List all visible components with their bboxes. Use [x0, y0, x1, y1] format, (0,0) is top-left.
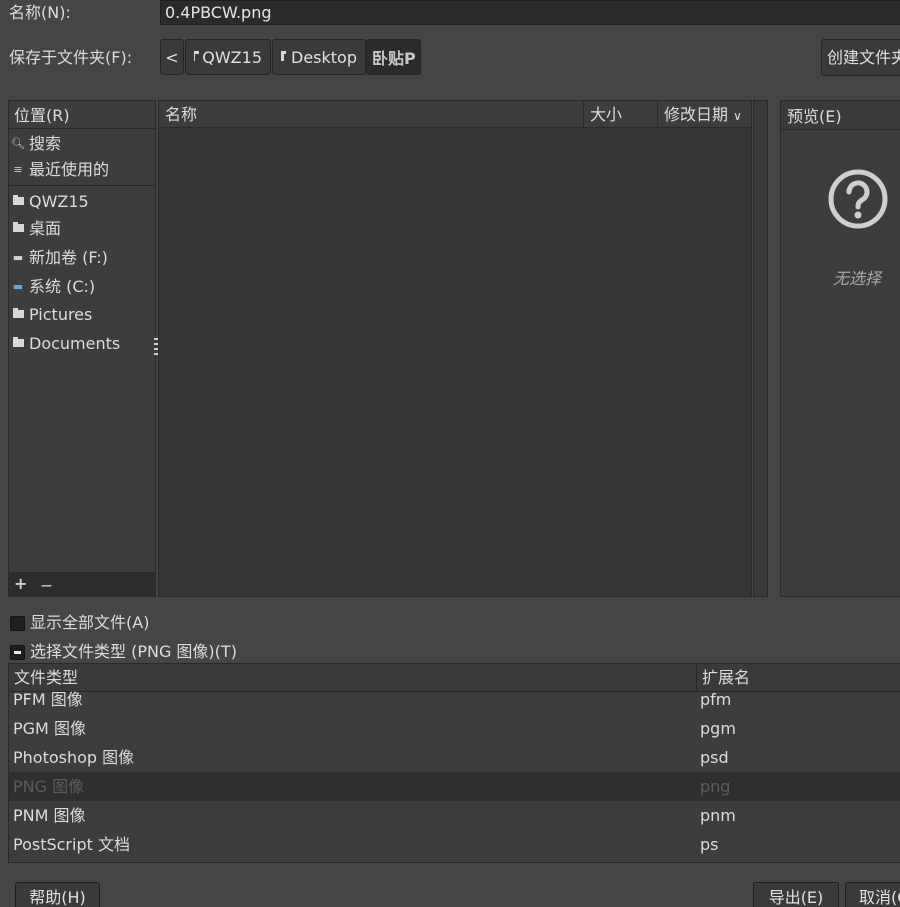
file-list[interactable]: 名称 大小 修改日期 ∨ [158, 100, 752, 597]
file-type-name: PFM 图像 [13, 690, 83, 709]
column-name-header[interactable]: 名称 [159, 101, 584, 128]
help-button[interactable]: 帮助(H) [15, 882, 100, 907]
add-bookmark-button[interactable]: + [14, 574, 27, 593]
file-type-row[interactable]: PNM 图像 pnm [9, 801, 900, 830]
column-modified-label: 修改日期 [664, 105, 729, 124]
preview-panel: 预览(E) 无选择 [780, 100, 900, 597]
place-item-drive-c[interactable]: ▬ 系统 (C:) [11, 274, 95, 300]
place-item-search[interactable]: 🔍︎ 搜索 [11, 131, 61, 157]
place-label: 系统 (C:) [29, 277, 96, 296]
file-type-name: PNM 图像 [13, 806, 86, 825]
places-header[interactable]: 位置(R) [9, 101, 155, 129]
file-list-header: 名称 大小 修改日期 ∨ [159, 101, 751, 128]
file-type-ext: ps [700, 835, 719, 854]
breadcrumb-current[interactable]: 卧贴P [366, 39, 421, 75]
select-file-type-label: 选择文件类型 (PNG 图像)(T) [30, 642, 237, 661]
chevron-down-icon: ∨ [733, 109, 742, 123]
file-type-row[interactable]: PFM 图像 pfm [9, 685, 900, 714]
folder-icon [11, 189, 25, 215]
remove-bookmark-button[interactable]: — [41, 579, 52, 592]
folder-icon [11, 302, 25, 328]
export-image-dialog: 名称(N): 0.4PBCW.png 保存于文件夹(F): < QWZ15 De… [0, 0, 900, 907]
file-type-ext: png [700, 777, 731, 796]
system-drive-icon: ▬ [12, 280, 24, 293]
file-type-row-selected[interactable]: PNG 图像 png [9, 772, 900, 801]
file-type-name: Photoshop 图像 [13, 748, 135, 767]
folder-icon [11, 216, 25, 242]
file-type-row[interactable]: PGM 图像 pgm [9, 714, 900, 743]
no-selection-text: 无选择 [833, 269, 882, 288]
breadcrumb-back-button[interactable]: < [160, 39, 184, 75]
drive-icon: ▬ [12, 251, 24, 264]
place-item-drive-f[interactable]: ▬ 新加卷 (F:) [11, 245, 108, 271]
file-type-table: 文件类型 扩展名 PFM 图像 pfm PGM 图像 pgm Photoshop… [8, 663, 900, 863]
chevron-left-icon: < [165, 47, 179, 67]
breadcrumb-label: Desktop [291, 47, 357, 67]
collapse-icon[interactable] [10, 644, 25, 660]
place-item-qwz15[interactable]: QWZ15 [11, 189, 89, 215]
place-label: 搜索 [29, 134, 62, 153]
name-label: 名称(N): [9, 3, 71, 22]
place-item-documents[interactable]: Documents [11, 331, 120, 357]
preview-header[interactable]: 预览(E) [781, 101, 900, 130]
select-file-type-expander[interactable]: 选择文件类型 (PNG 图像)(T) [10, 641, 237, 663]
place-item-recent[interactable]: ≡ 最近使用的 [11, 157, 109, 183]
column-size-header[interactable]: 大小 [584, 101, 658, 128]
filename-input[interactable]: 0.4PBCW.png [160, 0, 900, 25]
folder-icon [194, 51, 201, 61]
show-all-files-checkbox[interactable] [10, 615, 25, 631]
cancel-button[interactable]: 取消(C) [845, 882, 900, 907]
recent-icon: ≡ [13, 163, 23, 176]
place-item-desktop[interactable]: 桌面 [11, 216, 61, 242]
place-label: 桌面 [29, 219, 62, 238]
file-list-scrollbar[interactable] [753, 100, 768, 597]
places-divider [9, 185, 155, 186]
breadcrumb-label: QWZ15 [202, 47, 262, 67]
file-type-ext: pnm [700, 806, 736, 825]
export-button[interactable]: 导出(E) [753, 882, 839, 907]
show-all-files-option[interactable]: 显示全部文件(A) [10, 612, 149, 634]
create-folder-button[interactable]: 创建文件夹 [821, 39, 900, 76]
column-modified-header[interactable]: 修改日期 ∨ [658, 101, 751, 128]
places-footer: + — [9, 572, 155, 596]
place-label: 新加卷 (F:) [29, 248, 108, 267]
file-type-ext: pgm [700, 719, 736, 738]
show-all-files-label: 显示全部文件(A) [30, 613, 150, 632]
file-type-name: PGM 图像 [13, 719, 86, 738]
places-panel: 位置(R) 🔍︎ 搜索 ≡ 最近使用的 QWZ15 桌面 ▬ 新加卷 (F:) … [8, 100, 156, 597]
breadcrumb-label: 卧贴P [372, 49, 416, 68]
folder-icon [11, 331, 25, 357]
file-type-row[interactable]: Photoshop 图像 psd [9, 743, 900, 772]
file-type-name: PostScript 文档 [13, 835, 130, 854]
place-label: Documents [29, 334, 121, 353]
place-label: QWZ15 [29, 192, 89, 211]
breadcrumb-desktop[interactable]: Desktop [272, 39, 366, 75]
breadcrumb-qwz15[interactable]: QWZ15 [185, 39, 271, 75]
file-type-ext: pfm [700, 690, 732, 709]
place-label: Pictures [29, 305, 93, 324]
place-label: 最近使用的 [29, 160, 110, 179]
search-icon: 🔍︎ [11, 137, 25, 150]
folder-icon [281, 51, 287, 61]
file-type-row[interactable]: PostScript 文档 ps [9, 830, 900, 859]
question-mark-icon [828, 169, 888, 229]
place-item-pictures[interactable]: Pictures [11, 302, 92, 328]
file-type-name: PNG 图像 [13, 777, 85, 796]
save-in-folder-label: 保存于文件夹(F): [9, 48, 133, 67]
file-type-ext: psd [700, 748, 729, 767]
